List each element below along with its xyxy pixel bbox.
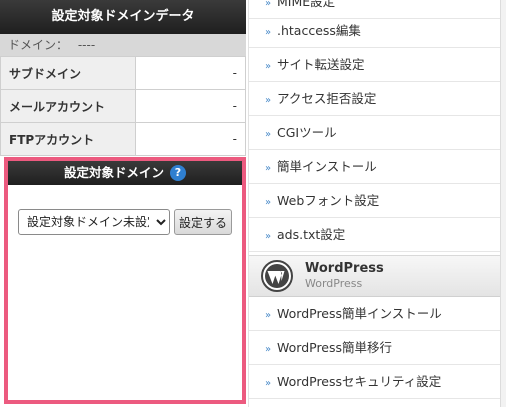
- target-domain-box: 設定対象ドメイン? 設定対象ドメイン未設定 設定する: [4, 157, 246, 404]
- double-chevron-right-icon: »: [264, 61, 272, 72]
- double-chevron-right-icon: »: [264, 310, 272, 321]
- menu-item-label: ads.txt設定: [277, 227, 346, 242]
- menu-item-label: WordPress簡単移行: [277, 340, 393, 355]
- domain-data-table: サブドメイン - メールアカウント - FTPアカウント -: [0, 56, 246, 156]
- domain-label: ドメイン：: [8, 38, 69, 52]
- table-row: サブドメイン -: [0, 56, 246, 90]
- table-row: メールアカウント -: [0, 89, 246, 123]
- menu-item-wp-security[interactable]: » WordPressセキュリティ設定: [249, 365, 501, 399]
- menu-item-label: MIME設定: [277, 0, 336, 9]
- menu-item-label: WordPress簡単インストール: [277, 306, 442, 321]
- mail-account-label: メールアカウント: [0, 89, 136, 123]
- menu-item-cgi-tools[interactable]: » CGIツール: [249, 116, 501, 150]
- domain-value: ----: [77, 38, 96, 52]
- wordpress-section-subtitle: WordPress: [305, 277, 363, 290]
- subdomain-label: サブドメイン: [0, 56, 136, 90]
- ftp-account-value: -: [135, 122, 246, 156]
- menu-item-label: アクセス拒否設定: [277, 91, 377, 106]
- menu-item-wp-migration[interactable]: » WordPress簡単移行: [249, 331, 501, 365]
- wordpress-logo-icon: [261, 260, 293, 292]
- menu-item-label: CGIツール: [277, 125, 337, 140]
- server-panel-frame: 設定対象ドメインデータ ドメイン： ---- サブドメイン - メールアカウント…: [0, 0, 506, 407]
- menu-item-label: WordPressセキュリティ設定: [277, 374, 442, 389]
- target-domain-title: 設定対象ドメイン: [63, 165, 164, 180]
- menu-item-htaccess[interactable]: » .htaccess編集: [249, 14, 501, 48]
- menu-item-ads-txt[interactable]: » ads.txt設定: [249, 218, 501, 252]
- mail-account-value: -: [135, 89, 246, 123]
- ftp-account-label: FTPアカウント: [0, 122, 136, 156]
- menu-item-wp-easy-install[interactable]: » WordPress簡単インストール: [249, 297, 501, 331]
- menu-item-label: .htaccess編集: [277, 23, 361, 38]
- menu-item-web-font[interactable]: » Webフォント設定: [249, 184, 501, 218]
- left-panel: 設定対象ドメインデータ ドメイン： ---- サブドメイン - メールアカウント…: [0, 0, 246, 407]
- settings-menu: » MIME設定 » .htaccess編集 » サイト転送設定 » アクセス拒否設定 …: [248, 0, 501, 407]
- double-chevron-right-icon: »: [264, 163, 272, 174]
- double-chevron-right-icon: »: [264, 27, 272, 38]
- double-chevron-right-icon: »: [264, 197, 272, 208]
- menu-item-easy-install[interactable]: » 簡単インストール: [249, 150, 501, 184]
- subdomain-value: -: [135, 56, 246, 90]
- double-chevron-right-icon: »: [264, 231, 272, 242]
- double-chevron-right-icon: »: [264, 129, 272, 140]
- table-row: FTPアカウント -: [0, 122, 246, 156]
- wordpress-section-header: WordPress WordPress: [249, 255, 501, 297]
- target-domain-select-row: 設定対象ドメイン未設定 設定する: [18, 209, 233, 235]
- menu-item-site-redirect[interactable]: » サイト転送設定: [249, 48, 501, 82]
- set-button[interactable]: 設定する: [174, 209, 233, 235]
- scrollbar-track[interactable]: [500, 0, 506, 407]
- menu-item-label: サイト転送設定: [277, 57, 365, 72]
- domain-data-header: 設定対象ドメインデータ: [0, 0, 246, 34]
- wordpress-section-title: WordPress: [305, 261, 384, 276]
- target-domain-select[interactable]: 設定対象ドメイン未設定: [18, 209, 170, 235]
- question-circle-icon[interactable]: ?: [170, 164, 186, 181]
- domain-row: ドメイン： ----: [0, 34, 246, 56]
- menu-item-label: 簡単インストール: [277, 159, 377, 174]
- menu-item-access-deny[interactable]: » アクセス拒否設定: [249, 82, 501, 116]
- target-domain-header: 設定対象ドメイン?: [8, 161, 242, 185]
- menu-item-label: Webフォント設定: [277, 193, 380, 208]
- double-chevron-right-icon: »: [264, 378, 272, 389]
- double-chevron-right-icon: »: [264, 95, 272, 106]
- double-chevron-right-icon: »: [264, 344, 272, 355]
